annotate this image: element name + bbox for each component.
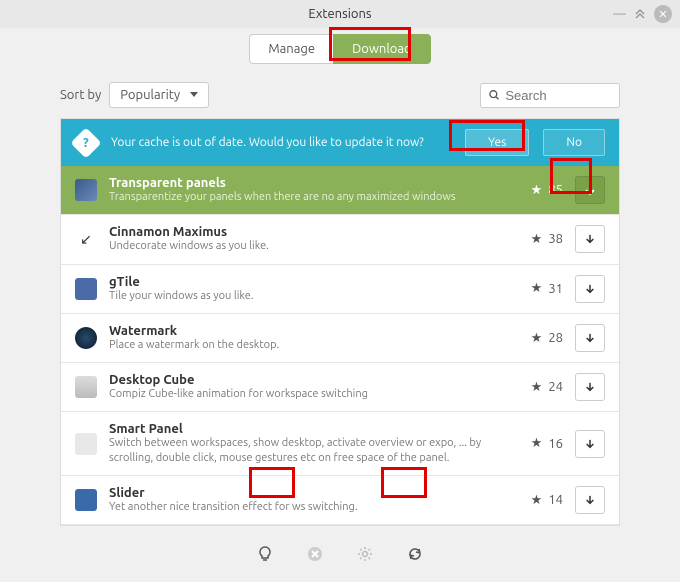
window-title: Extensions [308, 7, 371, 21]
banner-no-button[interactable]: No [543, 129, 605, 156]
download-button[interactable] [575, 225, 605, 253]
minimize-button[interactable]: — [613, 7, 626, 21]
star-icon: ★ [531, 183, 543, 198]
list-item[interactable]: Transparent panelsTransparentize your pa… [61, 166, 619, 215]
extension-list: ? Your cache is out of date. Would you l… [60, 118, 620, 525]
download-button[interactable] [575, 176, 605, 204]
extension-icon: ↙ [75, 228, 97, 250]
ext-rating: ★38 [513, 232, 563, 247]
extension-icon [75, 278, 97, 300]
download-icon [585, 495, 595, 505]
download-button[interactable] [575, 324, 605, 352]
ext-desc: Yet another nice transition effect for w… [109, 500, 501, 514]
sort-by: Sort by Popularity [60, 82, 209, 108]
star-icon: ★ [531, 493, 543, 508]
extension-icon [75, 376, 97, 398]
list-item[interactable]: ↙ Cinnamon MaximusUndecorate windows as … [61, 215, 619, 264]
sort-value: Popularity [120, 88, 180, 102]
list-item[interactable]: gTileTile your windows as you like. ★31 [61, 265, 619, 314]
refresh-button[interactable] [401, 540, 429, 568]
search-box[interactable] [480, 83, 620, 108]
list-item[interactable]: SliderYet another nice transition effect… [61, 476, 619, 525]
banner-yes-button[interactable]: Yes [465, 129, 529, 156]
refresh-icon [407, 546, 423, 562]
ext-name: Smart Panel [109, 422, 501, 436]
download-icon [585, 439, 595, 449]
info-button[interactable] [251, 540, 279, 568]
ext-desc: Compiz Cube-like animation for workspace… [109, 387, 501, 401]
chevron-down-icon [190, 92, 198, 98]
list-item[interactable]: WatermarkPlace a watermark on the deskto… [61, 314, 619, 363]
ext-rating: ★85 [513, 183, 563, 198]
download-icon [584, 184, 596, 196]
download-icon [585, 333, 595, 343]
cache-banner: ? Your cache is out of date. Would you l… [61, 119, 619, 166]
ext-desc: Switch between workspaces, show desktop,… [109, 436, 501, 465]
ext-rating: ★28 [513, 331, 563, 346]
extension-icon [75, 327, 97, 349]
close-button[interactable]: ✕ [654, 5, 672, 23]
download-button[interactable] [575, 430, 605, 458]
star-icon: ★ [531, 331, 543, 346]
ext-rating: ★31 [513, 281, 563, 296]
list-item[interactable]: Desktop CubeCompiz Cube-like animation f… [61, 363, 619, 412]
ext-desc: Place a watermark on the desktop. [109, 338, 501, 352]
download-button[interactable] [575, 486, 605, 514]
ext-desc: Undecorate windows as you like. [109, 239, 501, 253]
tab-bar: Manage Download [0, 28, 680, 82]
star-icon: ★ [531, 281, 543, 296]
sort-label: Sort by [60, 88, 101, 102]
ext-rating: ★16 [513, 436, 563, 451]
download-button[interactable] [575, 275, 605, 303]
lightbulb-icon [257, 546, 273, 562]
ext-name: Cinnamon Maximus [109, 225, 501, 239]
ext-name: Desktop Cube [109, 373, 501, 387]
ext-desc: Transparentize your panels when there ar… [109, 190, 501, 204]
search-icon [489, 89, 499, 101]
download-button[interactable] [575, 373, 605, 401]
ext-name: Transparent panels [109, 176, 501, 190]
download-icon [585, 382, 595, 392]
settings-button[interactable] [351, 540, 379, 568]
question-icon: ? [70, 127, 101, 158]
star-icon: ★ [531, 380, 543, 395]
extension-icon [75, 489, 97, 511]
tab-manage[interactable]: Manage [249, 34, 333, 64]
gear-icon [357, 546, 373, 562]
ext-desc: Tile your windows as you like. [109, 289, 501, 303]
list-item[interactable]: Smart PanelSwitch between workspaces, sh… [61, 412, 619, 476]
star-icon: ★ [531, 232, 543, 247]
ext-name: Watermark [109, 324, 501, 338]
download-icon [585, 284, 595, 294]
ext-name: Slider [109, 486, 501, 500]
maximize-button[interactable] [634, 8, 646, 20]
ext-name: gTile [109, 275, 501, 289]
titlebar: Extensions — ✕ [0, 0, 680, 28]
ext-rating: ★14 [513, 493, 563, 508]
ext-rating: ★24 [513, 380, 563, 395]
download-icon [585, 234, 595, 244]
tab-download[interactable]: Download [333, 34, 431, 64]
search-input[interactable] [505, 88, 611, 103]
extension-icon [75, 179, 97, 201]
footer-toolbar [60, 525, 620, 582]
extension-icon [75, 433, 97, 455]
banner-message: Your cache is out of date. Would you lik… [111, 136, 451, 149]
sort-select[interactable]: Popularity [109, 82, 209, 108]
star-icon: ★ [531, 436, 543, 451]
remove-button[interactable] [301, 540, 329, 568]
remove-icon [307, 546, 323, 562]
